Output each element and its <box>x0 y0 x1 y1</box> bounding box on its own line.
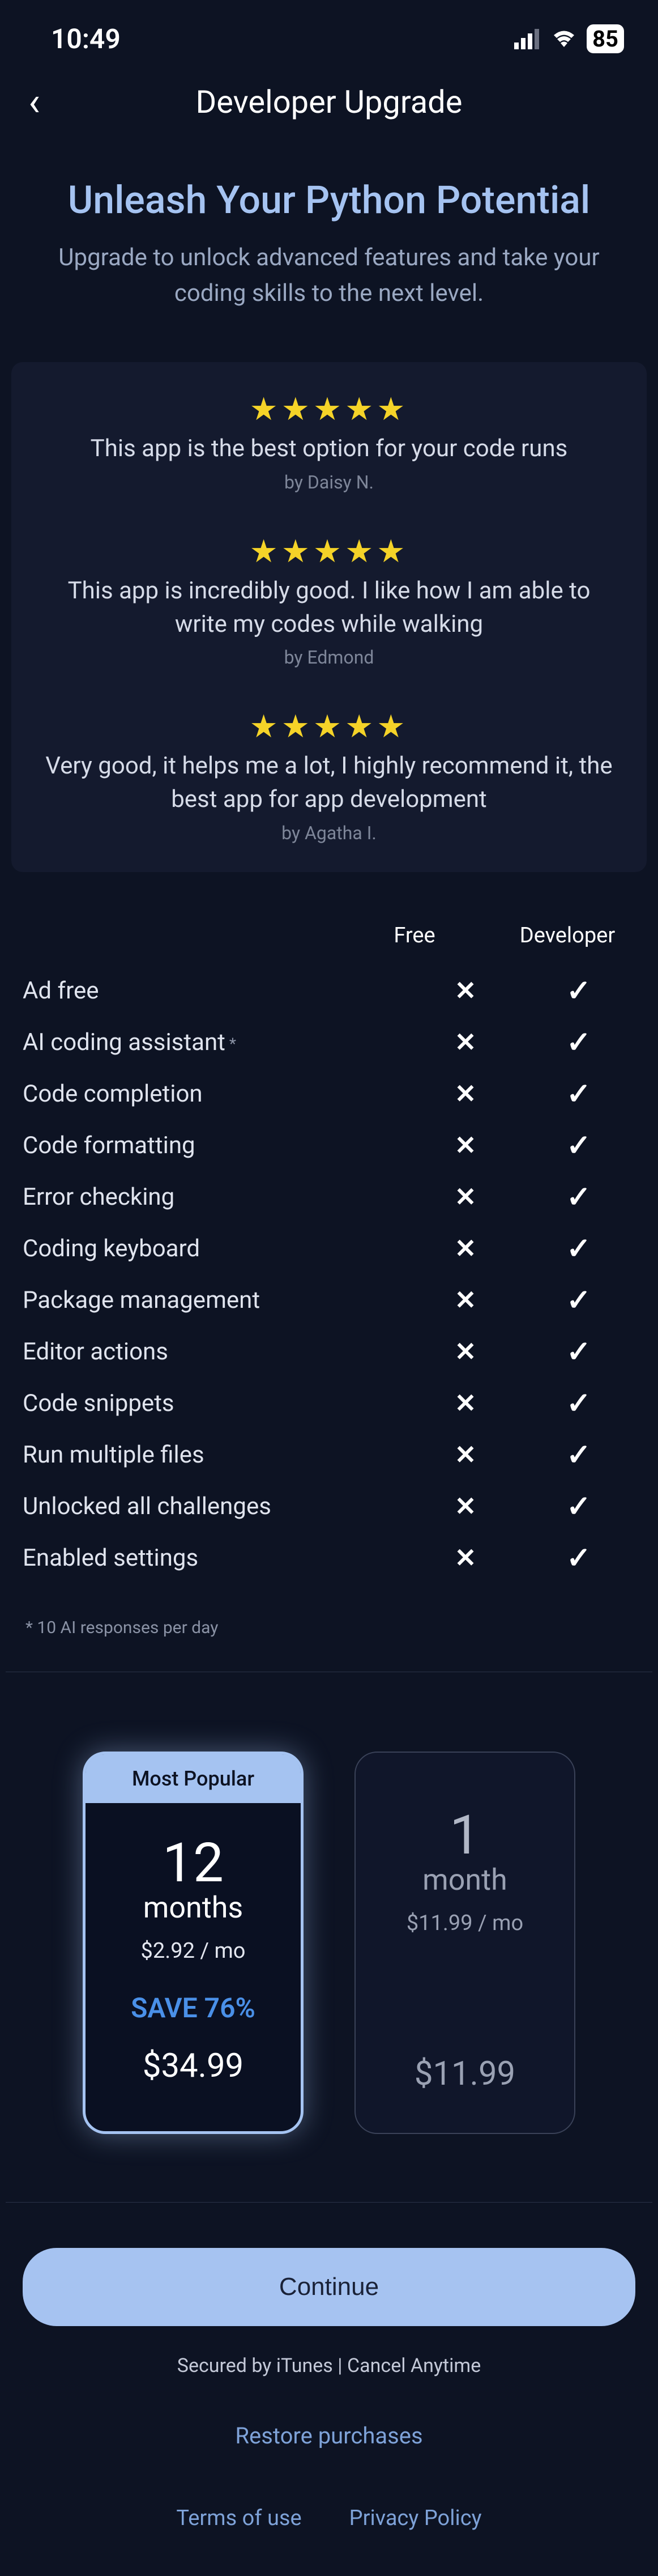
divider <box>6 2202 652 2203</box>
feature-label: AI coding assistant * <box>23 1028 409 1056</box>
cross-icon <box>409 1542 522 1574</box>
feature-comparison: Free Developer Ad free AI coding assistan… <box>0 900 658 1601</box>
privacy-link[interactable]: Privacy Policy <box>349 2506 482 2531</box>
check-icon <box>522 1541 635 1575</box>
status-icons: 85 <box>514 24 624 53</box>
star-rating-icon: ★★★★★ <box>23 708 635 745</box>
plan-duration-unit: months <box>97 1890 289 1925</box>
cross-icon <box>409 1181 522 1213</box>
feature-label: Package management <box>23 1286 409 1314</box>
check-icon <box>522 1334 635 1369</box>
plan-monthly-rate: $2.92 / mo <box>97 1939 289 1963</box>
review-author: by Edmond <box>23 647 635 668</box>
secured-text: Secured by iTunes | Cancel Anytime <box>0 2354 658 2377</box>
feature-label: Code formatting <box>23 1132 409 1159</box>
battery-percent: 85 <box>587 24 624 53</box>
cross-icon <box>409 1336 522 1367</box>
feature-label: Error checking <box>23 1183 409 1211</box>
cross-icon <box>409 975 522 1006</box>
continue-button[interactable]: Continue <box>23 2248 635 2326</box>
pricing-plans: Most Popular 12 months $2.92 / mo SAVE 7… <box>0 1672 658 2202</box>
feature-row: Editor actions <box>23 1326 635 1378</box>
feature-label: Code completion <box>23 1080 409 1108</box>
feature-label: Run multiple files <box>23 1441 409 1469</box>
status-bar: 10:49 85 <box>0 0 658 66</box>
restore-purchases-link[interactable]: Restore purchases <box>0 2422 658 2449</box>
feature-header: Free Developer <box>23 923 635 948</box>
feature-label: Unlocked all challenges <box>23 1493 409 1520</box>
feature-row: Ad free <box>23 965 635 1017</box>
feature-footnote: * 10 AI responses per day <box>0 1601 658 1672</box>
plan-total-price: $11.99 <box>367 2055 563 2093</box>
review-text: This app is incredibly good. I like how … <box>23 575 635 641</box>
hero-subtitle: Upgrade to unlock advanced features and … <box>23 240 635 311</box>
legal-links: Terms of use Privacy Policy <box>0 2506 658 2576</box>
plan-monthly-rate: $11.99 / mo <box>367 1911 563 1936</box>
plan-total-price: $34.99 <box>97 2047 289 2085</box>
plan-savings: SAVE 76% <box>97 1992 289 2024</box>
column-free: Free <box>358 923 471 948</box>
cross-icon <box>409 1078 522 1110</box>
cross-icon <box>409 1027 522 1058</box>
feature-label: Enabled settings <box>23 1544 409 1572</box>
reviews-panel: ★★★★★ This app is the best option for yo… <box>11 362 647 872</box>
plan-duration-number: 12 <box>97 1831 289 1895</box>
review-author: by Agatha I. <box>23 822 635 844</box>
check-icon <box>522 1489 635 1524</box>
review-author: by Daisy N. <box>23 471 635 493</box>
review-item: ★★★★★ This app is incredibly good. I lik… <box>23 533 635 669</box>
plan-duration-number: 1 <box>367 1804 563 1867</box>
star-rating-icon: ★★★★★ <box>23 533 635 570</box>
check-icon <box>522 1128 635 1163</box>
column-developer: Developer <box>511 923 624 948</box>
back-button[interactable]: ‹ <box>28 79 40 125</box>
plan-duration-unit: month <box>367 1863 563 1897</box>
star-rating-icon: ★★★★★ <box>23 390 635 428</box>
hero: Unleash Your Python Potential Upgrade to… <box>0 143 658 334</box>
feature-label: Code snippets <box>23 1389 409 1417</box>
cross-icon <box>409 1130 522 1161</box>
check-icon <box>522 1231 635 1266</box>
feature-row: Enabled settings <box>23 1532 635 1584</box>
check-icon <box>522 1077 635 1111</box>
check-icon <box>522 1386 635 1421</box>
feature-row: Error checking <box>23 1171 635 1223</box>
feature-row: Code formatting <box>23 1120 635 1171</box>
cross-icon <box>409 1439 522 1470</box>
review-item: ★★★★★ This app is the best option for yo… <box>23 390 635 493</box>
check-icon <box>522 1438 635 1472</box>
terms-link[interactable]: Terms of use <box>176 2506 301 2531</box>
plan-1-month[interactable]: 1 month $11.99 / mo $11.99 <box>354 1752 575 2134</box>
page-title: Developer Upgrade <box>23 83 635 121</box>
feature-row: Run multiple files <box>23 1429 635 1481</box>
feature-row: Code snippets <box>23 1378 635 1429</box>
cross-icon <box>409 1233 522 1264</box>
check-icon <box>522 1180 635 1214</box>
plan-12-months[interactable]: Most Popular 12 months $2.92 / mo SAVE 7… <box>83 1752 304 2134</box>
feature-row: Coding keyboard <box>23 1223 635 1274</box>
cross-icon <box>409 1491 522 1522</box>
feature-row: Code completion <box>23 1068 635 1120</box>
wifi-icon <box>550 29 578 49</box>
check-icon <box>522 974 635 1008</box>
status-time: 10:49 <box>51 23 121 55</box>
feature-label: Ad free <box>23 977 409 1005</box>
battery-indicator: 85 <box>587 24 624 53</box>
feature-row: AI coding assistant * <box>23 1017 635 1068</box>
review-item: ★★★★★ Very good, it helps me a lot, I hi… <box>23 708 635 844</box>
hero-title: Unleash Your Python Potential <box>23 177 635 223</box>
page-header: ‹ Developer Upgrade <box>0 66 658 143</box>
feature-row: Unlocked all challenges <box>23 1481 635 1532</box>
feature-label: Editor actions <box>23 1338 409 1366</box>
review-text: Very good, it helps me a lot, I highly r… <box>23 750 635 817</box>
cellular-icon <box>514 29 541 49</box>
cross-icon <box>409 1388 522 1419</box>
feature-row: Package management <box>23 1274 635 1326</box>
review-text: This app is the best option for your cod… <box>23 432 635 466</box>
feature-label: Coding keyboard <box>23 1235 409 1263</box>
popular-badge: Most Popular <box>86 1754 301 1803</box>
check-icon <box>522 1283 635 1317</box>
cross-icon <box>409 1285 522 1316</box>
check-icon <box>522 1025 635 1060</box>
